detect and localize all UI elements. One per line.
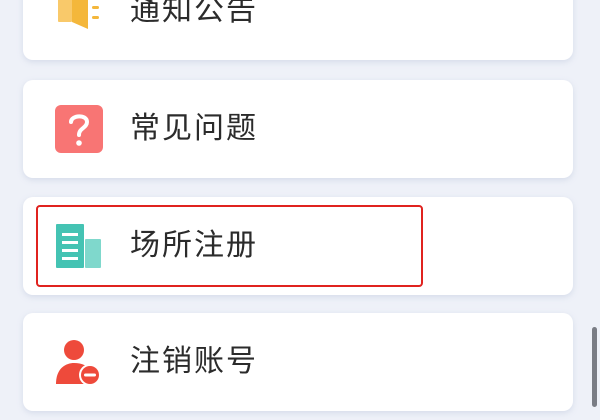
question-icon <box>54 104 104 154</box>
menu-item-delete-account[interactable]: 注销账号 <box>23 313 573 411</box>
menu-item-venue-registration[interactable]: 场所注册 <box>23 197 573 295</box>
menu-item-label: 注销账号 <box>130 344 258 379</box>
menu-screen: 通知公告 常见问题 场所注册 注销账号 <box>0 0 600 420</box>
scrollbar[interactable] <box>592 327 597 407</box>
menu-item-label: 常见问题 <box>130 111 258 146</box>
menu-item-announcements[interactable]: 通知公告 <box>23 0 573 60</box>
delete-account-icon <box>54 337 104 387</box>
menu-item-faq[interactable]: 常见问题 <box>23 80 573 178</box>
menu-item-label: 通知公告 <box>130 0 258 28</box>
building-icon <box>54 221 104 271</box>
menu-item-label: 场所注册 <box>130 228 258 263</box>
announcement-icon <box>54 0 104 36</box>
